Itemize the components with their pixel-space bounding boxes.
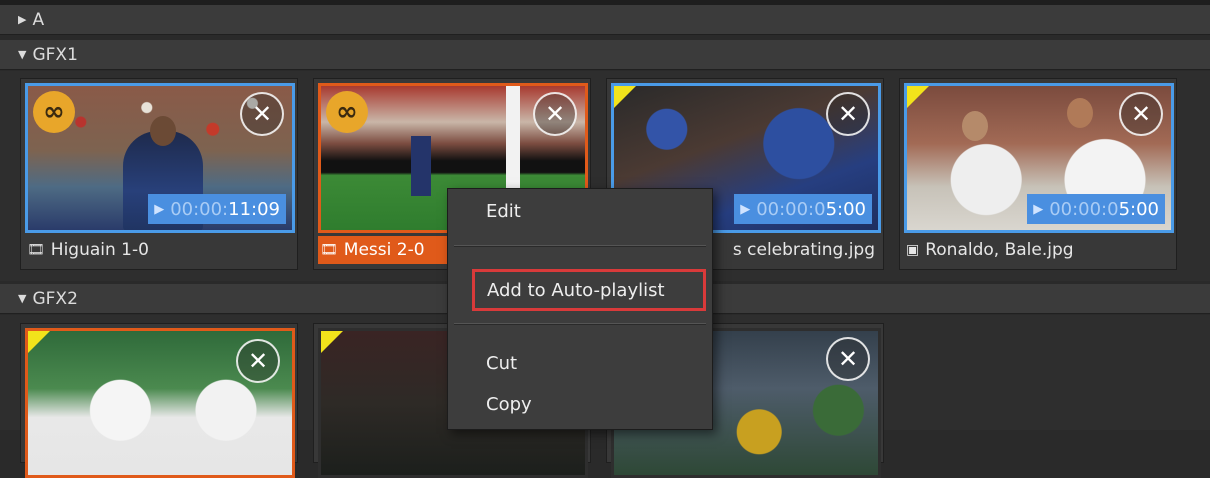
duration-prefix: 00:00:0 xyxy=(1049,198,1119,220)
thumbnail[interactable]: ✕ ▶ 00:00:0 5:00 xyxy=(904,83,1174,233)
group-header-a[interactable]: ▶ A xyxy=(0,5,1210,35)
duration-prefix: 00:00: xyxy=(170,198,229,220)
loop-icon[interactable]: ∞ xyxy=(33,91,75,133)
context-menu: Edit Add to Auto-playlist Cut Copy xyxy=(447,188,713,430)
close-icon[interactable]: ✕ xyxy=(533,92,577,136)
new-marker-icon xyxy=(907,86,929,108)
image-icon: ▣ xyxy=(906,242,920,258)
group-label-a: A xyxy=(32,9,45,30)
close-icon[interactable]: ✕ xyxy=(1119,92,1163,136)
down-triangle-icon: ▼ xyxy=(18,292,27,305)
film-icon: 🎞 xyxy=(320,242,338,258)
player-head xyxy=(962,111,988,141)
play-icon: ▶ xyxy=(1033,201,1044,217)
menu-item-copy[interactable]: Copy xyxy=(486,394,532,415)
play-icon: ▶ xyxy=(154,201,165,217)
new-marker-icon xyxy=(614,86,636,108)
menu-separator xyxy=(454,245,706,247)
media-name: Messi 2-0 xyxy=(343,240,425,260)
duration-value: 11:09 xyxy=(228,198,280,220)
menu-item-cut[interactable]: Cut xyxy=(486,353,517,374)
right-triangle-icon: ▶ xyxy=(18,13,27,26)
media-name: Higuain 1-0 xyxy=(50,240,149,260)
new-marker-icon xyxy=(28,331,50,353)
group-label-gfx2: GFX2 xyxy=(32,288,78,309)
media-name: s celebrating.jpg xyxy=(732,240,875,260)
new-marker-icon xyxy=(321,331,343,353)
player-figure xyxy=(411,136,431,196)
menu-item-add-to-auto-playlist[interactable]: Add to Auto-playlist xyxy=(472,269,706,311)
media-card[interactable]: ✕ xyxy=(20,323,298,478)
media-label[interactable]: 🎞 Higuain 1-0 xyxy=(25,236,297,264)
player-head xyxy=(150,116,176,146)
media-card[interactable]: ✕ ▶ 00:00:0 5:00 ▣ Ronaldo, Bale.jpg xyxy=(899,78,1177,270)
play-icon: ▶ xyxy=(740,201,751,217)
close-icon[interactable]: ✕ xyxy=(240,92,284,136)
menu-item-edit[interactable]: Edit xyxy=(486,201,521,222)
duration-value: 5:00 xyxy=(1118,198,1159,220)
duration-prefix: 00:00:0 xyxy=(756,198,826,220)
media-card[interactable]: ∞ ✕ ▶ 00:00: 11:09 🎞 Higuain 1-0 xyxy=(20,78,298,270)
close-icon[interactable]: ✕ xyxy=(236,339,280,383)
group-label-gfx1: GFX1 xyxy=(32,44,78,65)
media-name: Ronaldo, Bale.jpg xyxy=(925,240,1074,260)
thumbnail[interactable]: ∞ ✕ ▶ 00:00: 11:09 xyxy=(25,83,295,233)
close-icon[interactable]: ✕ xyxy=(826,337,870,381)
duration-badge: ▶ 00:00:0 5:00 xyxy=(1027,194,1165,224)
duration-badge: ▶ 00:00:0 5:00 xyxy=(734,194,872,224)
thumbnail[interactable]: ✕ xyxy=(25,328,295,478)
player-head xyxy=(1067,98,1093,128)
down-triangle-icon: ▼ xyxy=(18,48,27,61)
menu-separator xyxy=(454,323,706,325)
film-icon: 🎞 xyxy=(27,242,45,258)
menu-item-label: Add to Auto-playlist xyxy=(487,279,665,301)
loop-icon[interactable]: ∞ xyxy=(326,91,368,133)
duration-value: 5:00 xyxy=(825,198,866,220)
duration-badge: ▶ 00:00: 11:09 xyxy=(148,194,286,224)
group-header-gfx1[interactable]: ▼ GFX1 xyxy=(0,40,1210,70)
close-icon[interactable]: ✕ xyxy=(826,92,870,136)
media-label[interactable]: ▣ Ronaldo, Bale.jpg xyxy=(904,236,1176,264)
